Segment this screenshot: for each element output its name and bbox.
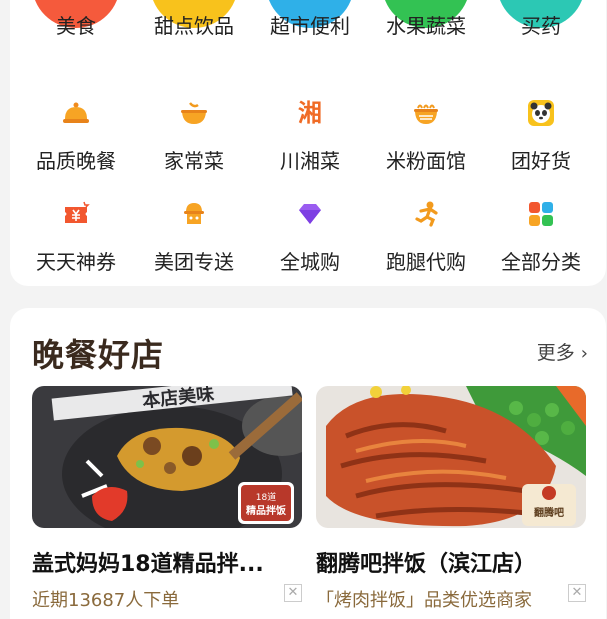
bbq-rice-photo: 翻腾吧 [316,386,586,528]
badge-line-1: 18道 [256,491,276,503]
xiang-char-icon: 湘 [298,99,322,127]
shop-subtitle: 「烤肉拌饭」品类优选商家 [316,590,532,611]
runner-icon [415,201,438,227]
shop-name[interactable]: 盖式妈妈18道精品拌... [32,546,302,578]
delivery-icon [184,203,204,224]
category-label: 天天神券 [36,250,116,274]
more-link[interactable]: 更多 › [537,338,588,365]
category-label: 甜点饮品 [154,14,234,38]
category-label: 家常菜 [164,149,224,173]
category-label: 全部分类 [501,250,581,274]
badge-text: 翻腾吧 [534,506,564,519]
more-label: 更多 [536,342,575,364]
grid-icon [529,202,553,226]
brand-badge: 18道 精品拌饭 [238,482,294,524]
badge-line-2: 精品拌饭 [246,504,286,517]
coupon-icon [65,201,90,223]
home-dish-icon [181,102,207,124]
shop-image[interactable]: 本店美味 18道 精品拌饭 [32,386,302,528]
category-label: 美食 [56,14,96,38]
diamond-icon [299,204,321,224]
close-icon[interactable]: ✕ [284,584,302,602]
category-label: 品质晚餐 [36,149,116,173]
dinner-shops-card: 晚餐好店 更多 › 本店美味 18道 精品拌饭 盖式妈妈18道精品拌... 近期… [10,308,606,619]
category-label: 水果蔬菜 [386,14,466,38]
category-row-2: 品质晚餐 家常菜 湘 川湘菜 米粉面馆 团好货 [10,97,606,187]
category-label: 米粉面馆 [386,149,466,173]
section-title: 晚餐好店 [32,336,165,374]
brand-badge: 翻腾吧 [522,484,576,526]
shop-subtitle: 近期13687人下单 [32,590,180,611]
shop-image[interactable]: 翻腾吧 [316,386,586,528]
category-row-1: 美食 甜点饮品 超市便利 水果蔬菜 买药 [10,0,606,90]
category-label: 超市便利 [270,14,350,38]
fried-rice-photo: 本店美味 18道 精品拌饭 [32,386,302,528]
shop-name[interactable]: 翻腾吧拌饭（滨江店） [316,546,586,578]
panda-icon [528,100,554,126]
category-card: 美食 甜点饮品 超市便利 水果蔬菜 买药 品质晚餐 家常菜 湘 川湘菜 米粉面馆… [10,0,606,286]
category-label: 团好货 [511,149,571,173]
category-label: 买药 [521,14,561,38]
close-icon[interactable]: ✕ [568,584,586,602]
category-row-3: 天天神券 美团专送 全城购 跑腿代购 全部分类 [10,198,606,288]
noodle-bowl-icon [414,104,438,124]
category-label: 美团专送 [154,250,234,274]
chevron-right-icon: › [580,343,588,364]
category-label: 全城购 [280,250,340,274]
dinner-bell-icon [63,102,89,123]
category-label: 跑腿代购 [386,250,466,274]
category-label: 川湘菜 [280,149,340,173]
